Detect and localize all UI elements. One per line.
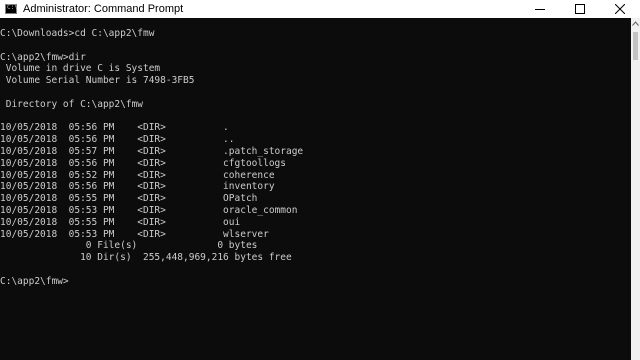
console-line: C:\Downloads>cd C:\app2\fmw — [0, 28, 155, 39]
console-line: 10/05/2018 05:53 PM <DIR> wlserver — [0, 228, 269, 240]
console-line: 10/05/2018 05:56 PM <DIR> cfgtoollogs — [0, 157, 286, 169]
maximize-button[interactable] — [560, 0, 600, 18]
console-line: 10/05/2018 05:57 PM <DIR> .patch_storage — [0, 145, 304, 157]
console-line: 10/05/2018 05:56 PM <DIR> . — [0, 122, 229, 134]
command-prompt-window: C:\ Administrator: Command Prompt C:\Dow… — [0, 0, 640, 360]
scroll-up-arrow-icon — [632, 20, 639, 26]
minimize-button[interactable] — [520, 0, 560, 18]
console-line: 10/05/2018 05:52 PM <DIR> coherence — [0, 169, 275, 181]
title-bar[interactable]: C:\ Administrator: Command Prompt — [0, 0, 640, 18]
minimize-icon — [535, 9, 545, 10]
console-line: 10/05/2018 05:56 PM <DIR> inventory — [0, 181, 275, 193]
console-line: Volume in drive C is System — [0, 63, 161, 75]
vertical-scrollbar[interactable] — [631, 18, 640, 360]
console-line: 10/05/2018 05:53 PM <DIR> oracle_common — [0, 204, 298, 216]
console-line: 10/05/2018 05:55 PM <DIR> oui — [0, 216, 241, 228]
console-prompt-line: C:\app2\fmw> — [0, 275, 69, 287]
console-line: 10/05/2018 05:55 PM <DIR> OPatch — [0, 193, 258, 205]
scrollbar-thumb[interactable] — [633, 32, 638, 60]
command-prompt-icon-label: C:\ — [7, 4, 18, 11]
console-output[interactable]: C:\Downloads>cd C:\app2\fmw C:\app2\fmw>… — [0, 18, 631, 360]
console-line: 10 Dir(s) 255,448,969,216 bytes free — [0, 252, 292, 264]
scroll-up-button[interactable] — [631, 18, 640, 28]
maximize-icon — [575, 4, 585, 14]
console-line: 0 File(s) 0 bytes — [0, 240, 258, 252]
console-lines: C:\Downloads>cd C:\app2\fmw C:\app2\fmw>… — [0, 28, 303, 288]
command-prompt-icon: C:\ — [5, 4, 18, 14]
close-button[interactable] — [600, 0, 640, 18]
close-icon — [615, 4, 625, 14]
console-line: 10/05/2018 05:56 PM <DIR> .. — [0, 134, 235, 146]
console-line: Directory of C:\app2\fmw — [0, 98, 143, 110]
window-controls — [520, 0, 640, 18]
window-title: Administrator: Command Prompt — [23, 3, 184, 15]
console-line: C:\app2\fmw>dir — [0, 51, 86, 63]
console-line: Volume Serial Number is 7498-3FB5 — [0, 75, 195, 87]
